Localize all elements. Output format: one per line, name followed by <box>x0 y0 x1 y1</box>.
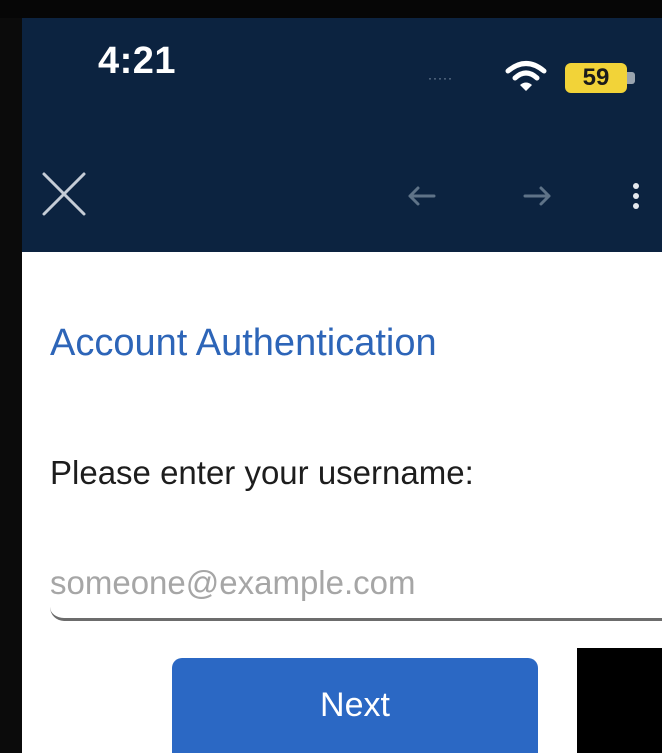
phone-screen: 4:21 ····· 59 Account Authentication Ple… <box>0 0 662 753</box>
forward-arrow-icon[interactable] <box>519 178 555 214</box>
battery-tip <box>627 72 635 84</box>
top-border <box>0 0 662 18</box>
left-border <box>0 18 22 753</box>
browser-nav-bar <box>22 134 662 252</box>
page-title: Account Authentication <box>50 322 437 364</box>
next-button[interactable]: Next <box>172 658 538 753</box>
back-arrow-icon[interactable] <box>404 178 440 214</box>
username-input[interactable] <box>50 548 662 621</box>
black-overlay <box>577 648 662 753</box>
battery-icon: 59 <box>565 63 627 93</box>
more-vertical-icon[interactable] <box>624 176 648 216</box>
cellular-signal-icon: ····· <box>428 71 453 85</box>
status-time: 4:21 <box>98 40 177 82</box>
close-icon[interactable] <box>40 170 88 218</box>
username-label: Please enter your username: <box>50 454 474 491</box>
wifi-icon <box>505 61 547 91</box>
